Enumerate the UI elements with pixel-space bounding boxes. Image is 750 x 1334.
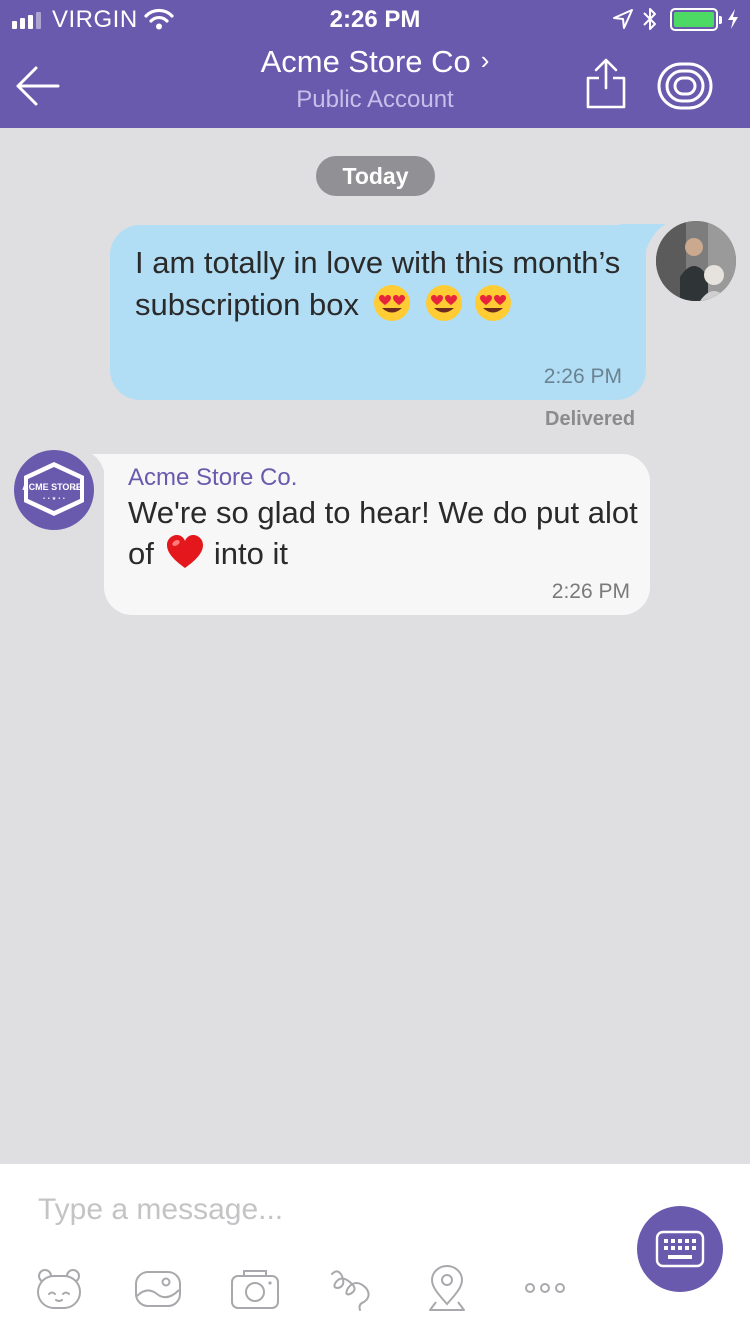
message-sender: Acme Store Co.: [128, 464, 298, 491]
camera-icon[interactable]: [230, 1264, 280, 1314]
chat-subtitle: Public Account: [296, 86, 454, 113]
heart-eyes-emoji-icon: [474, 285, 511, 321]
red-heart-emoji-icon: [166, 535, 203, 568]
store-logo-small: CO.: [72, 486, 79, 491]
status-time: 2:26 PM: [329, 6, 421, 33]
delivery-status: Delivered: [545, 408, 636, 430]
location-arrow-icon: [613, 9, 633, 29]
outgoing-message-time: 2:26 PM: [543, 365, 622, 388]
incoming-message-time: 2:26 PM: [551, 580, 630, 603]
message-input[interactable]: [38, 1190, 598, 1230]
heart-eyes-emoji-icon: [373, 285, 410, 321]
battery-icon: [670, 8, 722, 31]
keyboard-icon: [655, 1230, 705, 1268]
date-separator: Today: [316, 156, 435, 196]
outgoing-message-bubble[interactable]: I am totally in love with this month’s s…: [110, 225, 646, 400]
app-header: VIRGIN 2:26 PM Acme Store Co › Public Acc…: [0, 0, 750, 128]
chevron-right-icon: ›: [480, 45, 490, 75]
user-avatar[interactable]: [656, 221, 736, 301]
charging-bolt-icon: [728, 9, 738, 29]
more-options-icon[interactable]: [520, 1264, 570, 1314]
message-composer: [0, 1164, 750, 1334]
outgoing-message-text: I am totally in love with this month’s s…: [135, 245, 621, 322]
viber-info-icon[interactable]: [657, 62, 713, 110]
chat-title-button[interactable]: Acme Store Co ›: [0, 44, 750, 80]
share-icon[interactable]: [584, 58, 628, 110]
svg-text:• • ★ • •: • • ★ • •: [43, 496, 66, 502]
status-bar: VIRGIN 2:26 PM: [0, 0, 750, 40]
store-avatar[interactable]: ACME STORE CO. • • ★ • •: [14, 450, 94, 530]
sticker-bear-icon[interactable]: [34, 1264, 84, 1314]
keyboard-button[interactable]: [637, 1206, 723, 1292]
location-pin-icon[interactable]: [422, 1264, 472, 1314]
incoming-message-bubble[interactable]: Acme Store Co. We're so glad to hear! We…: [104, 454, 650, 615]
chat-title: Acme Store Co: [260, 44, 471, 79]
gallery-icon[interactable]: [133, 1264, 183, 1314]
heart-eyes-emoji-icon: [426, 285, 463, 321]
bluetooth-icon: [643, 8, 656, 30]
doodle-icon[interactable]: [326, 1264, 376, 1314]
incoming-message-text: We're so glad to hear! We do put alot of…: [128, 495, 638, 571]
